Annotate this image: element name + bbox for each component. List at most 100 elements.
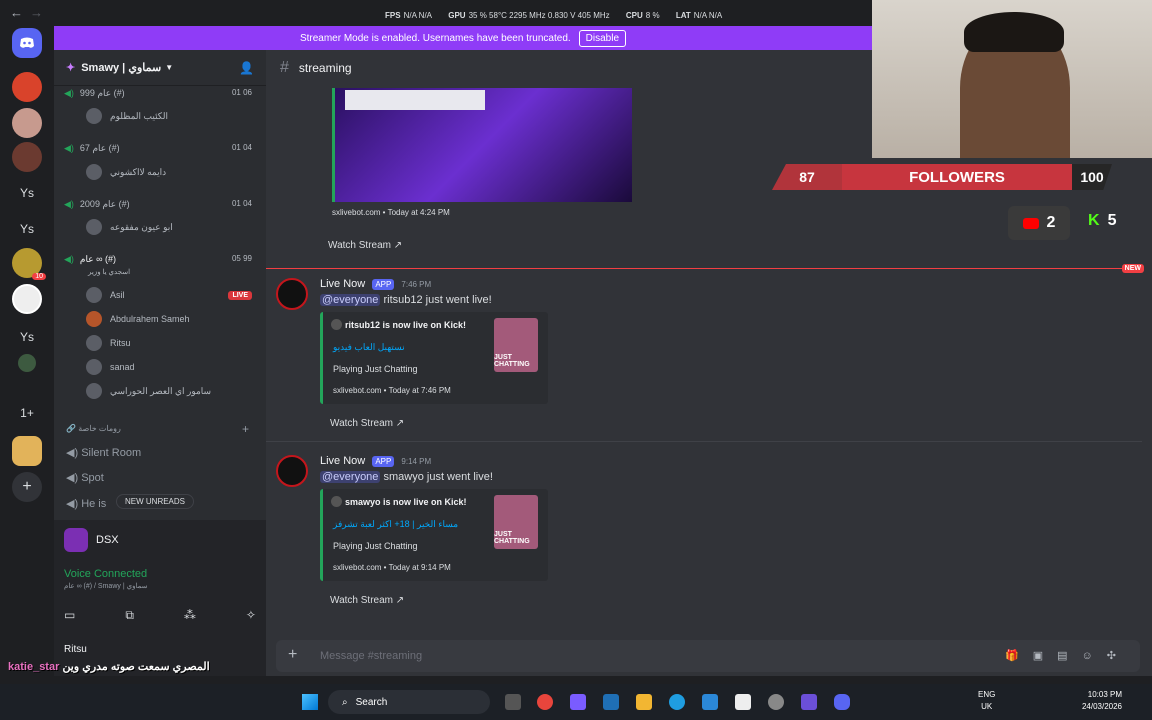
activities-icon[interactable]: ⁂ [184, 608, 196, 623]
forward-arrow-icon[interactable]: → [30, 5, 43, 20]
kick-viewers: K5 [1088, 212, 1117, 229]
server-icon[interactable] [12, 72, 42, 102]
soundboard-icon[interactable]: ✧ [246, 608, 256, 623]
add-channel-icon[interactable]: + [242, 422, 249, 436]
app-icon[interactable] [603, 694, 619, 710]
voice-channel[interactable]: ◀) عام 67 (#) 01 04 [64, 143, 256, 157]
voice-channel-spot[interactable]: ◀) Spot [66, 471, 104, 484]
app-icon[interactable] [570, 694, 586, 710]
bot-avatar[interactable] [276, 455, 308, 487]
voice-channel-he-is[interactable]: ◀) He is [66, 497, 106, 510]
task-view-icon[interactable] [505, 694, 521, 710]
server-ys[interactable]: Ys [12, 214, 42, 244]
emoji-icon[interactable]: ☺ [1082, 650, 1107, 662]
everyone-mention[interactable]: @everyone [320, 471, 381, 483]
clock[interactable]: 10:03 PM 24/03/2026 [1082, 689, 1122, 713]
stream-embed: ritsub12 is now live on Kick! نستهبل الع… [320, 312, 548, 404]
file-explorer-icon[interactable] [636, 694, 652, 710]
category-private-rooms[interactable]: 🔗 رومات خاصة [66, 424, 121, 433]
server-header[interactable]: ✦ Smawy | سماوي ▼ 👤 [54, 50, 266, 86]
new-unreads-pill[interactable]: NEW UNREADS [116, 494, 195, 509]
watch-stream-button[interactable]: Watch Stream ↗ [330, 418, 404, 429]
voice-channel-status: اسجدي يا وزير [88, 269, 131, 276]
server-icon[interactable]: 10 [12, 248, 46, 280]
cpu-value: 8 % [645, 11, 660, 20]
avatar [86, 287, 102, 303]
voice-connected-channel[interactable]: عام ∞ (#) / Smawy | سماوي [64, 582, 148, 590]
edge-icon[interactable] [669, 694, 685, 710]
voice-channel[interactable]: ◀) عام 999 (#) 01 06 [64, 88, 256, 102]
discord-home-icon[interactable] [12, 28, 42, 58]
embed-footer: sxlivebot.com • Today at 9:14 PM [333, 563, 451, 572]
embed-title[interactable]: ritsub12 is now live on Kick! [345, 320, 466, 330]
embed-thumbnail[interactable]: JUST CHATTING [494, 495, 538, 549]
stream-preview-image[interactable] [332, 88, 632, 202]
activity-card[interactable]: DSX [64, 528, 119, 552]
attach-plus-icon[interactable]: + [288, 646, 297, 664]
gif-icon[interactable]: ▣ [1033, 650, 1057, 662]
disable-button[interactable]: Disable [578, 29, 627, 47]
fps-label: FPS [385, 11, 401, 20]
add-member-icon[interactable]: 👤 [239, 61, 254, 75]
server-icon[interactable] [12, 436, 42, 466]
message-composer[interactable]: + Message #streaming 🎁▣▤☺✣ [276, 640, 1140, 672]
server-icon[interactable] [18, 354, 36, 372]
voice-member[interactable]: الكئيب المظلوم [86, 108, 256, 124]
sticker-icon[interactable]: ▤ [1057, 650, 1081, 662]
desktop-screen: ← → FPS N/A N/A GPU 35 % 58°C 2295 MHz 0.8… [0, 0, 1152, 720]
channel-sidebar: ✦ Smawy | سماوي ▼ 👤 ◀) عام 999 (#) 01 06 ا… [54, 50, 266, 520]
voice-connected-status[interactable]: Voice Connected [64, 568, 147, 580]
settings-icon[interactable] [768, 694, 784, 710]
back-arrow-icon[interactable]: ← [10, 5, 23, 20]
store-icon[interactable] [735, 694, 751, 710]
voice-member[interactable]: سامور اي العصر الحوراسي [86, 383, 256, 399]
chat-username: katie_star [8, 661, 60, 673]
embed-link[interactable]: نستهبل العاب فيديو [333, 342, 405, 353]
server-icon-active[interactable] [12, 284, 42, 314]
add-server-icon[interactable]: + [12, 472, 42, 502]
voice-member[interactable]: Asil LIVE [86, 287, 256, 303]
voice-channel-active[interactable]: ◀) عام ∞ (#) 05 99 [64, 254, 256, 268]
voice-member[interactable]: Ritsu [86, 335, 256, 351]
bot-avatar[interactable] [276, 278, 308, 310]
watch-stream-button[interactable]: Watch Stream ↗ [330, 595, 404, 606]
voice-channel-silent-room[interactable]: ◀) Silent Room [66, 446, 141, 459]
voice-member[interactable]: ابو عيون مفقوعه [86, 219, 256, 235]
server-ys[interactable]: Ys [12, 322, 42, 352]
speaker-icon: ◀) [66, 447, 82, 459]
server-ys[interactable]: Ys [12, 178, 42, 208]
apps-icon[interactable]: ✣ [1107, 650, 1130, 662]
voice-member[interactable]: sanad [86, 359, 256, 375]
screen-share-icon[interactable]: ⧉ [125, 608, 134, 623]
everyone-mention[interactable]: @everyone [320, 294, 381, 306]
server-icon[interactable] [12, 142, 42, 172]
speaker-icon: ◀) [64, 88, 74, 98]
gift-icon[interactable]: 🎁 [1005, 650, 1033, 662]
embed-footer: sxlivebot.com • Today at 7:46 PM [333, 386, 451, 395]
voice-member[interactable]: دايمه لااكشوني [86, 164, 256, 180]
author-name[interactable]: Live Now [320, 278, 365, 290]
followers-current: 87 [772, 164, 842, 190]
voice-channel[interactable]: ◀) عام 2009 (#) 01 04 [64, 199, 256, 213]
mail-icon[interactable] [702, 694, 718, 710]
server-icon[interactable] [12, 108, 42, 138]
discord-taskbar-icon[interactable] [834, 694, 850, 710]
avatar [86, 359, 102, 375]
chrome-icon[interactable] [537, 694, 553, 710]
embed-title[interactable]: smawyo is now live on Kick! [345, 497, 467, 507]
author-name[interactable]: Live Now [320, 455, 365, 467]
language-indicator[interactable]: ENG UK [978, 689, 995, 713]
embed-thumbnail[interactable]: JUST CHATTING [494, 318, 538, 372]
server-folder-count[interactable]: 1+ [12, 398, 42, 428]
voice-member[interactable]: Abdulrahem Sameh [86, 311, 256, 327]
current-user-name[interactable]: Ritsu [64, 644, 87, 655]
taskbar-search[interactable]: ⌕ Search [328, 690, 490, 714]
app-icon[interactable] [801, 694, 817, 710]
embed-link[interactable]: مساء الخير | 18+ اكثر لعبة تشرفز [333, 519, 458, 530]
fps-value: N/A N/A [403, 11, 433, 20]
gpu-label: GPU [448, 11, 466, 20]
video-off-icon[interactable]: ▭ [64, 608, 75, 623]
watch-stream-button[interactable]: Watch Stream ↗ [328, 240, 402, 251]
message-input[interactable]: Message #streaming [320, 650, 422, 662]
windows-start-icon[interactable] [302, 694, 318, 710]
